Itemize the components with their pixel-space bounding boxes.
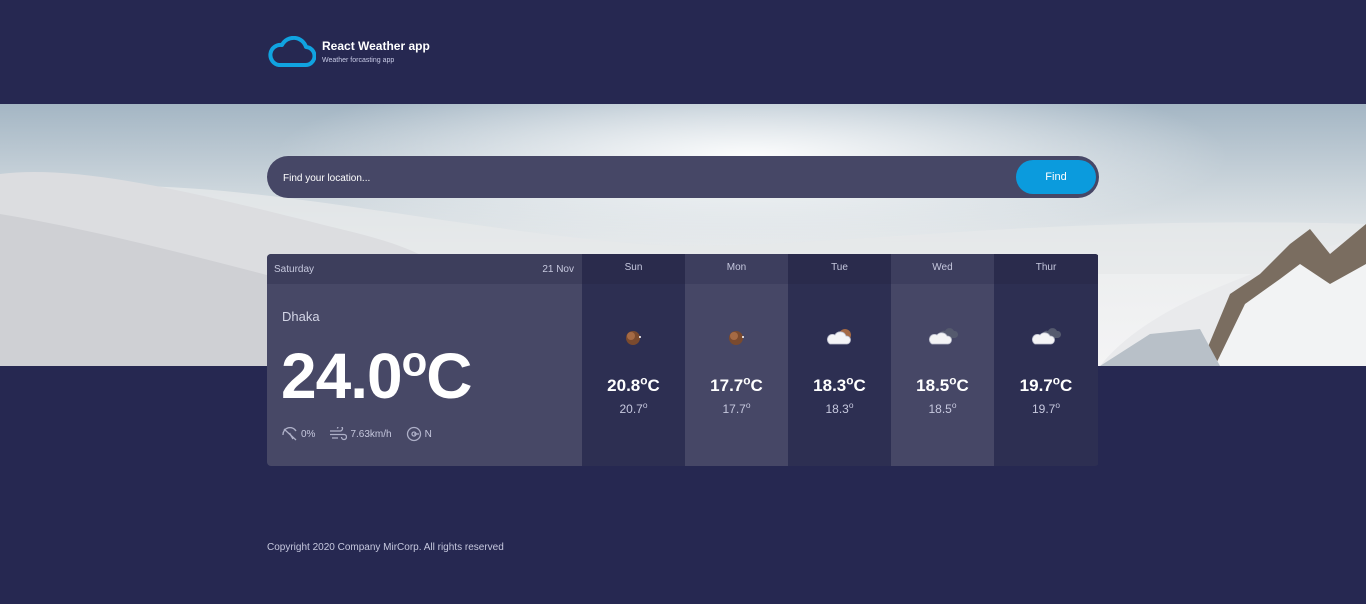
today-card: Saturday 21 Nov Dhaka 24.0oC 0% 7.63km/h… bbox=[267, 254, 582, 466]
cloudy-icon bbox=[891, 326, 994, 348]
forecast-low: 20.7o bbox=[619, 400, 648, 416]
forecast-temp: 18.5oC bbox=[916, 373, 969, 395]
today-day: Saturday bbox=[274, 263, 315, 275]
weather-panel: Saturday 21 Nov Dhaka 24.0oC 0% 7.63km/h… bbox=[267, 254, 1099, 466]
city-name: Dhaka bbox=[282, 309, 320, 324]
forecast-day-wed: Wed 18.5oC 18.5o bbox=[891, 254, 994, 466]
search-bar: Find bbox=[267, 156, 1099, 200]
forecast-low: 18.5o bbox=[928, 400, 957, 416]
app-header: React Weather app Weather forcasting app bbox=[267, 36, 430, 68]
forecast-temp: 17.7oC bbox=[710, 373, 763, 395]
compass-icon bbox=[406, 426, 421, 442]
cloudy-icon bbox=[994, 326, 1098, 348]
forecast-day-name: Thur bbox=[994, 254, 1098, 284]
cloud-moon-icon bbox=[788, 326, 891, 348]
forecast-temp: 18.3oC bbox=[813, 373, 866, 395]
moon-icon bbox=[582, 326, 685, 348]
forecast-day-mon: Mon 17.7oC 17.7o bbox=[685, 254, 788, 466]
umbrella-icon bbox=[282, 427, 297, 441]
today-date: 21 Nov bbox=[542, 263, 574, 275]
precipitation-stat: 0% bbox=[282, 427, 315, 441]
cloud-logo-icon bbox=[268, 36, 316, 67]
location-search-input[interactable] bbox=[281, 156, 985, 200]
find-button[interactable]: Find bbox=[1016, 160, 1096, 194]
wind-stat: 7.63km/h bbox=[329, 427, 392, 441]
moon-icon bbox=[685, 326, 788, 348]
forecast-low: 17.7o bbox=[722, 400, 751, 416]
forecast-day-name: Wed bbox=[891, 254, 994, 284]
footer-copyright: Copyright 2020 Company MirCorp. All righ… bbox=[267, 542, 504, 553]
forecast-temp: 19.7oC bbox=[1019, 373, 1073, 395]
forecast-day-name: Mon bbox=[685, 254, 788, 284]
current-temperature: 24.0oC bbox=[281, 337, 472, 412]
forecast-day-tue: Tue 18.3oC 18.3o bbox=[788, 254, 891, 466]
forecast-low: 18.3o bbox=[825, 400, 854, 416]
forecast-day-thur: Thur 19.7oC 19.7o bbox=[994, 254, 1098, 466]
direction-stat: N bbox=[406, 426, 432, 442]
forecast-low: 19.7o bbox=[1031, 400, 1061, 416]
weather-stats: 0% 7.63km/h N bbox=[282, 426, 446, 442]
app-title: React Weather app bbox=[322, 39, 430, 53]
today-header: Saturday 21 Nov bbox=[267, 254, 582, 284]
forecast-day-name: Sun bbox=[582, 254, 685, 284]
forecast-day-sun: Sun 20.8oC 20.7o bbox=[582, 254, 685, 466]
forecast-day-name: Tue bbox=[788, 254, 891, 284]
forecast-temp: 20.8oC bbox=[607, 373, 660, 395]
app-subtitle: Weather forcasting app bbox=[322, 57, 395, 64]
wind-icon bbox=[330, 427, 348, 441]
